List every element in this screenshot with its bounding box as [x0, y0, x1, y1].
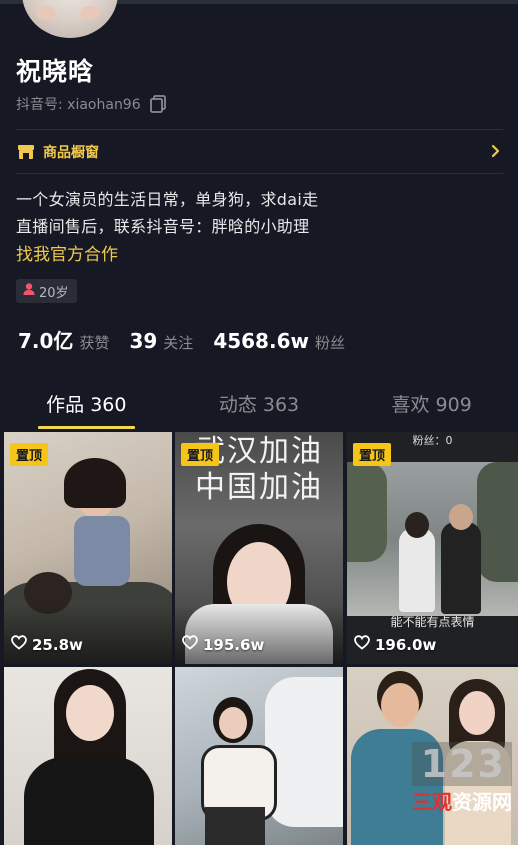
age-text: 20岁 [39, 285, 69, 301]
thumbnail-figure [441, 522, 481, 614]
stat-following-label: 关注 [163, 334, 194, 352]
video-thumbnail[interactable] [175, 667, 343, 845]
thumbnail-shade [4, 604, 172, 664]
shop-window-row[interactable]: 商品橱窗 [16, 138, 503, 166]
heart-icon [11, 635, 27, 654]
copy-icon[interactable] [149, 95, 167, 113]
bio-line-1: 一个女演员的生活日常，单身狗，求dai走 [16, 190, 319, 209]
video-thumbnail[interactable]: 置顶 25.8w [4, 432, 172, 664]
tab-liked-label: 喜欢 909 [391, 394, 472, 416]
watermark-number: 123 [412, 742, 512, 786]
stat-likes-value: 7.0亿 [18, 329, 74, 353]
like-count-text: 195.6w [203, 635, 265, 654]
thumbnail-figure [477, 462, 518, 582]
douyin-id: 抖音号: xiaohan96 [16, 97, 141, 113]
stat-following[interactable]: 39 关注 [129, 329, 193, 353]
thumbnail-figure [399, 528, 435, 612]
shop-window-label: 商品橱窗 [43, 145, 99, 161]
watermark-text-red: 三观 [412, 790, 452, 814]
gender-female-icon [22, 282, 36, 300]
heart-icon [182, 635, 198, 654]
bio-line-2: 直播间售后，联系抖音号：胖晗的小助理 [16, 217, 310, 236]
tab-active-indicator [38, 426, 135, 429]
thumbnail-figure [219, 707, 247, 739]
watermark-text-white: 资源网 [452, 790, 512, 814]
like-count: 25.8w [11, 635, 83, 654]
video-thumbnail[interactable]: 武汉加油 中国加油 置顶 195.6w [175, 432, 343, 664]
stat-likes[interactable]: 7.0亿 获赞 [18, 325, 109, 354]
thumbnail-figure [405, 512, 429, 538]
stat-likes-label: 获赞 [79, 334, 110, 352]
thumbnail-figure [24, 757, 154, 845]
thumbnail-figure [64, 458, 126, 508]
avatar-hand-left [36, 6, 56, 20]
content-tabs: 作品 360 动态 363 喜欢 909 [0, 383, 518, 429]
heart-icon [354, 635, 370, 654]
thumbnail-figure [66, 685, 114, 741]
divider-bottom [16, 173, 503, 174]
pinned-badge: 置顶 [353, 443, 392, 466]
thumbnail-figure [381, 683, 419, 727]
watermark: 123 三观资源网 [412, 742, 512, 815]
stat-followers-value: 4568.6w [213, 329, 309, 353]
douyin-id-row: 抖音号: xiaohan96 [16, 94, 167, 114]
like-count: 196.0w [354, 635, 436, 654]
avatar-hand-right [80, 6, 100, 20]
age-tag: 20岁 [16, 279, 77, 303]
collab-link[interactable]: 找我官方合作 [16, 240, 118, 265]
avatar[interactable] [22, 0, 118, 38]
video-thumbnail[interactable] [4, 667, 172, 845]
watermark-text: 三观资源网 [412, 786, 512, 815]
tab-dynamics-label: 动态 363 [218, 394, 300, 416]
thumbnail-shade [175, 604, 343, 664]
pinned-badge: 置顶 [10, 443, 49, 466]
stats-row: 7.0亿 获赞 39 关注 4568.6w 粉丝 [18, 325, 365, 354]
tab-liked[interactable]: 喜欢 909 [345, 383, 518, 429]
thumbnail-figure [74, 516, 130, 586]
shop-icon [16, 142, 36, 162]
stat-followers[interactable]: 4568.6w 粉丝 [213, 329, 345, 353]
video-thumbnail[interactable]: 粉丝：0 能不能有点表情 置顶 196.0w [347, 432, 518, 664]
thumbnail-figure [449, 504, 473, 530]
like-count-text: 196.0w [375, 635, 437, 654]
like-count: 195.6w [182, 635, 264, 654]
tab-works[interactable]: 作品 360 [0, 383, 173, 429]
thumbnail-figure [347, 462, 387, 562]
video-caption: 能不能有点表情 [390, 615, 475, 629]
thumbnail-figure [205, 807, 265, 845]
profile-name: 祝晓晗 [16, 57, 95, 86]
tab-dynamics[interactable]: 动态 363 [173, 383, 346, 429]
like-count-text: 25.8w [32, 635, 83, 654]
stat-following-value: 39 [129, 329, 158, 353]
stat-followers-label: 粉丝 [314, 334, 345, 352]
tab-works-label: 作品 360 [46, 394, 127, 416]
thumbnail-figure [459, 691, 495, 735]
pinned-badge: 置顶 [181, 443, 220, 466]
chevron-right-icon [491, 143, 501, 162]
divider-top [16, 129, 503, 130]
